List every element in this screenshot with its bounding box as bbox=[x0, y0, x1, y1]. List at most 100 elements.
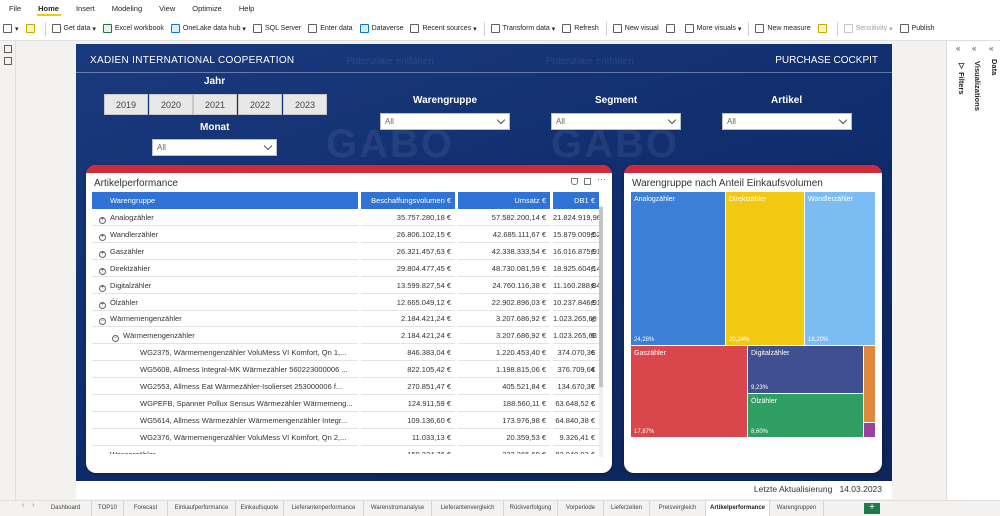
add-page-button[interactable]: + bbox=[864, 503, 880, 514]
cell-db: 9.326,41 € bbox=[553, 429, 599, 446]
cell-um: 188.560,11 € bbox=[458, 395, 550, 412]
filter-icon[interactable] bbox=[571, 178, 578, 185]
menu-home[interactable]: Home bbox=[33, 0, 71, 17]
year-button-2022[interactable]: 2022 bbox=[238, 94, 282, 115]
enter-data-button[interactable]: Enter data bbox=[308, 24, 352, 33]
page-tab[interactable]: Vorperiode bbox=[558, 501, 604, 516]
menu-modeling[interactable]: Modeling bbox=[107, 0, 154, 17]
column-header[interactable]: Umsatz € bbox=[458, 192, 550, 209]
artikel-dropdown[interactable]: All bbox=[722, 113, 852, 130]
page-tab[interactable]: Einkaufsquote bbox=[236, 501, 284, 516]
column-header[interactable]: DB1 € bbox=[553, 192, 599, 209]
cell-db: 64.840,38 € bbox=[553, 412, 599, 429]
recent-sources-button[interactable]: Recent sources ▾ bbox=[410, 24, 476, 33]
column-header[interactable]: Warengruppe bbox=[92, 192, 358, 209]
year-button-2019[interactable]: 2019 bbox=[104, 94, 148, 115]
sensitivity-button[interactable]: Sensitivity ▾ bbox=[844, 24, 893, 33]
page-tab[interactable]: Forecast bbox=[124, 501, 168, 516]
warengruppe-dropdown[interactable]: All bbox=[380, 113, 510, 130]
get-data-button[interactable]: Get data ▾ bbox=[52, 24, 96, 33]
page-tab[interactable]: Dashboard bbox=[40, 501, 92, 516]
treemap-tile[interactable]: Analogzähler24,28% bbox=[631, 192, 725, 345]
collapse-data-icon[interactable]: « bbox=[989, 44, 993, 53]
expand-icon[interactable]: + bbox=[99, 302, 106, 309]
more-options-icon[interactable]: ⋯ bbox=[597, 174, 606, 185]
excel-workbook-button[interactable]: Excel workbook bbox=[103, 24, 164, 33]
expand-icon[interactable]: + bbox=[99, 285, 106, 292]
cell-bv: 2.184.421,24 € bbox=[361, 310, 455, 327]
page-tab[interactable]: Lieferantenvergleich bbox=[432, 501, 504, 516]
menu-file[interactable]: File bbox=[4, 0, 33, 17]
ribbon-toolbar: ▾ Get data ▾ Excel workbook OneLake data… bbox=[0, 17, 1000, 41]
column-header[interactable]: Beschaffungsvolumen € bbox=[361, 192, 455, 209]
cell-um: 405.521,84 € bbox=[458, 378, 550, 395]
sql-server-button[interactable]: SQL Server bbox=[253, 24, 301, 33]
server-icon bbox=[253, 24, 262, 33]
expand-icon[interactable]: + bbox=[99, 251, 106, 258]
more-visuals-button[interactable]: More visuals ▾ bbox=[685, 24, 742, 33]
page-tab[interactable]: Preisvergleich bbox=[650, 501, 706, 516]
treemap-tile[interactable]: Wandlerzähler18,20% bbox=[805, 192, 875, 345]
row-label: Wasserzähler bbox=[110, 450, 156, 454]
format-painter-button[interactable] bbox=[26, 24, 38, 33]
data-pane-tab[interactable]: Data bbox=[990, 59, 999, 75]
page-tab[interactable]: Lieferzeiten bbox=[604, 501, 650, 516]
monat-dropdown[interactable]: All bbox=[152, 139, 277, 156]
chevron-down-icon bbox=[839, 116, 847, 124]
text-box-button[interactable] bbox=[666, 24, 678, 33]
dataverse-button[interactable]: Dataverse bbox=[360, 24, 404, 33]
menu-bar: File Home Insert Modeling View Optimize … bbox=[0, 0, 1000, 17]
visuals-icon bbox=[685, 24, 694, 33]
year-button-2023[interactable]: 2023 bbox=[283, 94, 327, 115]
segment-label: Segment bbox=[595, 95, 637, 106]
menu-help[interactable]: Help bbox=[234, 0, 266, 17]
focus-mode-icon[interactable] bbox=[584, 178, 591, 185]
new-visual-button[interactable]: New visual bbox=[613, 24, 659, 33]
collapse-icon[interactable]: − bbox=[99, 318, 106, 325]
cockpit-title: PURCHASE COCKPIT bbox=[775, 55, 878, 66]
menu-optimize[interactable]: Optimize bbox=[187, 0, 234, 17]
menu-insert[interactable]: Insert bbox=[71, 0, 107, 17]
filters-pane-tab[interactable]: ▽ Filters bbox=[957, 61, 966, 95]
year-button-2021[interactable]: 2021 bbox=[193, 94, 237, 115]
paste-button[interactable]: ▾ bbox=[3, 24, 19, 33]
page-tab[interactable]: Einkaufperformance bbox=[168, 501, 236, 516]
page-tab[interactable]: Lieferantenperformance bbox=[284, 501, 364, 516]
tab-scroll-left-icon[interactable]: ‹ bbox=[22, 502, 24, 509]
expand-icon[interactable]: + bbox=[99, 268, 106, 275]
tile-label: Gaszähler bbox=[634, 350, 666, 357]
page-tab[interactable]: Warengruppen bbox=[770, 501, 824, 516]
collapse-filters-icon[interactable]: « bbox=[956, 44, 960, 53]
treemap-tile[interactable]: Digitalzähler9,23% bbox=[748, 346, 863, 393]
data-view-icon[interactable] bbox=[4, 57, 12, 65]
report-view-icon[interactable] bbox=[4, 45, 12, 53]
collapse-icon[interactable]: − bbox=[112, 335, 119, 342]
expand-icon[interactable]: + bbox=[99, 217, 106, 224]
page-tab[interactable]: Artikelperformance bbox=[706, 501, 770, 516]
publish-button[interactable]: Publish bbox=[900, 24, 935, 33]
expand-icon[interactable]: + bbox=[99, 234, 106, 241]
menu-view[interactable]: View bbox=[154, 0, 187, 17]
page-tab[interactable]: TOP10 bbox=[92, 501, 124, 516]
treemap-tile[interactable] bbox=[864, 346, 875, 422]
textbox-icon bbox=[666, 24, 675, 33]
collapse-visualizations-icon[interactable]: « bbox=[972, 44, 976, 53]
artikelperformance-panel: Artikelperformance ⋯ WarengruppeBeschaff… bbox=[86, 165, 612, 473]
page-tab[interactable]: Rückverfolgung bbox=[504, 501, 558, 516]
cell-um: 57.582.200,14 € bbox=[458, 209, 550, 226]
quick-measure-button[interactable] bbox=[818, 24, 830, 33]
new-measure-button[interactable]: New measure bbox=[755, 24, 810, 33]
refresh-button[interactable]: Refresh bbox=[562, 24, 599, 33]
treemap-tile[interactable]: Gaszähler17,87% bbox=[631, 346, 747, 437]
tab-scroll-right-icon[interactable]: › bbox=[32, 502, 34, 509]
segment-dropdown[interactable]: All bbox=[551, 113, 681, 130]
treemap-tile[interactable] bbox=[864, 423, 875, 437]
year-button-2020[interactable]: 2020 bbox=[149, 94, 193, 115]
page-tab[interactable]: Warenstromanalyse bbox=[364, 501, 432, 516]
treemap-tile[interactable]: Direktzähler20,24% bbox=[726, 192, 804, 345]
table-scroll-thumb[interactable] bbox=[599, 207, 603, 387]
onelake-button[interactable]: OneLake data hub ▾ bbox=[171, 24, 246, 33]
treemap-tile[interactable]: Ölzähler8,60% bbox=[748, 394, 863, 437]
visualizations-pane-tab[interactable]: Visualizations bbox=[973, 61, 982, 111]
transform-data-button[interactable]: Transform data ▾ bbox=[491, 24, 556, 33]
